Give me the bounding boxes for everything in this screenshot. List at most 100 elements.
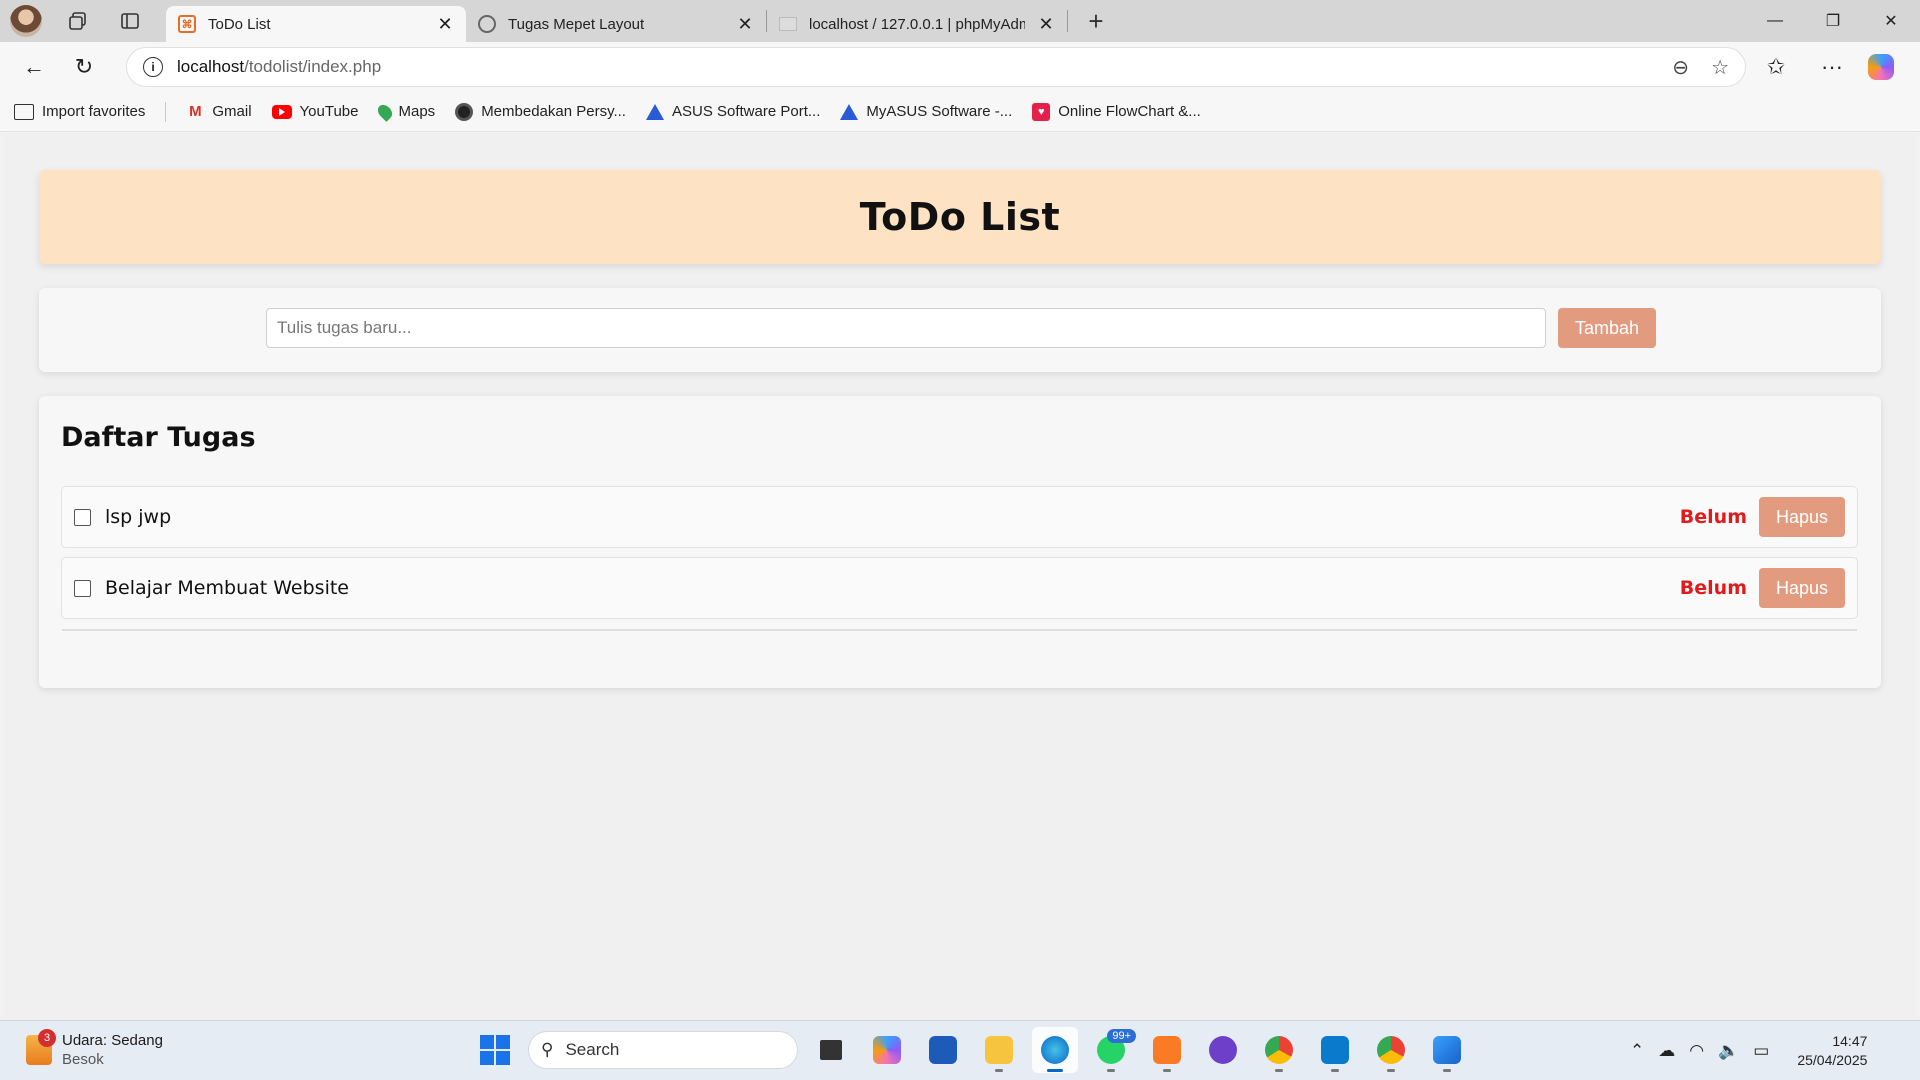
favorite-asus-portal[interactable]: ASUS Software Port...	[645, 103, 820, 120]
flowchart-icon: ♥	[1032, 102, 1051, 121]
clock[interactable]: 14:47 25/04/2025	[1797, 1032, 1867, 1070]
tab-phpmyadmin[interactable]: localhost / 127.0.0.1 | phpMyAdm ✕	[767, 6, 1067, 42]
chevron-up-icon[interactable]: ⌃	[1630, 1041, 1644, 1061]
system-tray: ⌃ ☁ ◠ 🔈 ▭ 14:47 25/04/2025	[1630, 1021, 1867, 1080]
weather-subtitle: Besok	[62, 1051, 104, 1068]
github-desktop-icon[interactable]	[1200, 1027, 1246, 1073]
weather-badge: 3	[38, 1029, 56, 1047]
back-arrow-icon[interactable]: ←	[14, 47, 54, 87]
new-tab-plus-icon[interactable]: +	[1078, 3, 1114, 39]
favorites-list-icon[interactable]: ✩	[1756, 47, 1796, 87]
close-window-icon[interactable]: ✕	[1862, 0, 1920, 42]
taskbar-search-label: Search	[565, 1040, 620, 1059]
favorite-flowchart[interactable]: ♥ Online FlowChart &...	[1032, 102, 1201, 121]
xampp-favicon-icon: ⌘	[178, 15, 196, 33]
edge-browser-icon[interactable]	[1032, 1027, 1078, 1073]
close-tab-icon[interactable]: ✕	[436, 14, 454, 35]
address-bar[interactable]: i localhost/todolist/index.php ⊖ ☆	[126, 47, 1746, 87]
favorite-myasus[interactable]: MyASUS Software -...	[840, 103, 1012, 120]
task-checkbox[interactable]	[74, 579, 91, 597]
favorites-bar: Import favorites M Gmail YouTube Maps Me…	[0, 92, 1920, 132]
tab-actions-icon[interactable]	[114, 5, 146, 37]
zoom-icon[interactable]: ⊖	[1672, 55, 1689, 80]
favorites-separator	[165, 101, 167, 122]
toolbar-right: ✩ ···	[1756, 47, 1894, 87]
start-windows-icon[interactable]	[472, 1027, 518, 1073]
task-view-icon[interactable]	[808, 1027, 854, 1073]
weather-icon: 3	[26, 1029, 56, 1065]
favorite-label: Gmail	[212, 103, 252, 120]
tab-title: ToDo List	[208, 15, 271, 33]
task-checkbox[interactable]	[74, 508, 91, 526]
vscode-icon[interactable]	[1312, 1027, 1358, 1073]
onedrive-icon[interactable]: ☁	[1658, 1041, 1675, 1061]
refresh-icon[interactable]: ↻	[64, 47, 104, 87]
more-menu-icon[interactable]: ···	[1812, 47, 1852, 87]
maps-icon	[374, 101, 395, 122]
task-row: lsp jwp Belum Hapus	[61, 486, 1858, 560]
restore-icon[interactable]: ❐	[1804, 0, 1862, 42]
clock-time: 14:47	[1832, 1033, 1868, 1049]
weather-widget[interactable]: 3 Udara: Sedang Besok	[26, 1029, 163, 1069]
section-title: Daftar Tugas	[61, 422, 256, 453]
delete-task-button[interactable]: Hapus	[1759, 497, 1845, 537]
window-controls: — ❐ ✕	[1746, 0, 1920, 42]
close-tab-icon[interactable]: ✕	[736, 14, 754, 35]
page-title: ToDo List	[859, 195, 1061, 239]
favorite-gmail[interactable]: M Gmail	[186, 103, 251, 120]
add-task-form: Tambah	[39, 288, 1881, 372]
site-info-icon[interactable]: i	[143, 57, 163, 77]
taskbar-search[interactable]: ⚲ Search	[528, 1031, 798, 1069]
volume-muted-icon[interactable]: 🔈	[1718, 1041, 1739, 1061]
favorite-star-icon[interactable]: ☆	[1711, 55, 1729, 80]
whatsapp-badge: 99+	[1107, 1029, 1136, 1043]
favorite-youtube[interactable]: YouTube	[271, 103, 359, 120]
asus-icon	[840, 103, 859, 120]
tab-tugas-mepet-layout[interactable]: Tugas Mepet Layout ✕	[466, 6, 766, 42]
url-text: localhost/todolist/index.php	[177, 57, 381, 77]
task-status: Belum	[1679, 577, 1747, 599]
battery-icon[interactable]: ▭	[1753, 1041, 1769, 1061]
favorite-label: YouTube	[299, 103, 359, 120]
chrome-icon[interactable]	[1256, 1027, 1302, 1073]
youtube-icon	[271, 104, 292, 119]
add-task-button[interactable]: Tambah	[1558, 308, 1656, 348]
delete-task-button[interactable]: Hapus	[1759, 568, 1845, 608]
wifi-icon[interactable]: ◠	[1689, 1041, 1704, 1061]
close-tab-icon[interactable]: ✕	[1037, 14, 1055, 35]
workspaces-icon[interactable]	[62, 5, 94, 37]
phpmyadmin-favicon-icon	[779, 17, 797, 31]
favorite-label: Import favorites	[42, 103, 146, 120]
tab-title: Tugas Mepet Layout	[508, 15, 645, 33]
chrome-profile-icon[interactable]	[1368, 1027, 1414, 1073]
url-path: /todolist/index.php	[244, 57, 382, 76]
tab-title: localhost / 127.0.0.1 | phpMyAdm	[809, 15, 1025, 33]
microsoft-store-icon[interactable]	[920, 1027, 966, 1073]
url-host: localhost	[177, 57, 245, 76]
minimize-icon[interactable]: —	[1746, 0, 1804, 42]
whatsapp-icon[interactable]: 99+	[1088, 1027, 1136, 1073]
page-viewport: ToDo List Tambah Daftar Tugas lsp jwp Be…	[4, 133, 1916, 1019]
favorite-import[interactable]: Import favorites	[14, 103, 145, 120]
favorite-membedakan[interactable]: Membedakan Persy...	[455, 102, 626, 121]
browser-tab-strip: ⌘ ToDo List ✕ Tugas Mepet Layout ✕ local…	[0, 0, 1920, 42]
task-text: Belajar Membuat Website	[105, 577, 349, 599]
search-icon: ⚲	[541, 1040, 554, 1059]
file-explorer-icon[interactable]	[976, 1027, 1022, 1073]
favorite-label: MyASUS Software -...	[866, 103, 1013, 120]
copilot-app-icon[interactable]	[864, 1027, 910, 1073]
tab-todo-list[interactable]: ⌘ ToDo List ✕	[166, 6, 466, 42]
photos-icon[interactable]	[1424, 1027, 1470, 1073]
favorite-maps[interactable]: Maps	[374, 101, 436, 122]
taskbar-apps: ⚲ Search 99+	[472, 1027, 1470, 1073]
favorite-label: Membedakan Persy...	[481, 103, 626, 120]
windows-taskbar: 3 Udara: Sedang Besok ⚲ Search 99+ ⌃ ☁ ◠…	[0, 1020, 1920, 1080]
copilot-icon[interactable]	[1868, 54, 1894, 80]
profile-avatar[interactable]	[10, 5, 42, 37]
new-task-input[interactable]	[266, 308, 1546, 348]
task-row: Belajar Membuat Website Belum Hapus	[61, 557, 1858, 631]
xampp-icon[interactable]	[1144, 1027, 1190, 1073]
favorite-label: Maps	[398, 103, 436, 120]
tab-separator	[1067, 10, 1068, 32]
task-status: Belum	[1679, 506, 1747, 528]
